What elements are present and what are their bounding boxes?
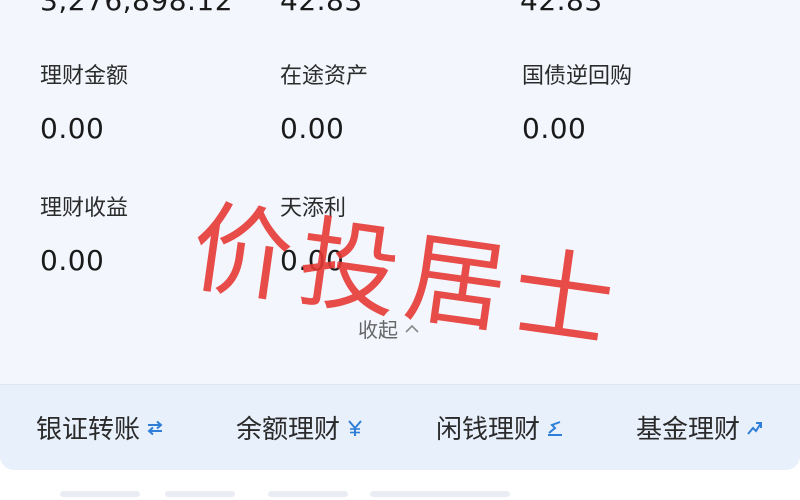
asset-item-value: 0.00 <box>40 112 105 145</box>
cut-off-item <box>268 491 348 497</box>
cut-off-item <box>60 491 140 497</box>
asset-item-label: 理财收益 <box>40 196 129 221</box>
action-label: 余额理财 <box>235 415 340 445</box>
asset-item-tiantianli[interactable]: 天添利 <box>280 190 346 222</box>
collapse-label: 收起 <box>358 318 398 342</box>
asset-item-wealth-income[interactable]: 理财收益 <box>40 190 128 222</box>
bank-securities-transfer-button[interactable]: 银证转账 <box>36 409 164 446</box>
cut-off-item <box>165 491 235 497</box>
asset-item-value: 0.00 <box>280 244 345 277</box>
asset-item-label: 国债逆回购 <box>522 64 633 89</box>
action-label: 银证转账 <box>35 415 140 445</box>
asset-item-value: 0.00 <box>40 244 105 277</box>
balance-wealth-button[interactable]: 余额理财 <box>236 409 364 446</box>
yen-icon <box>348 419 362 436</box>
cut-off-item <box>370 491 510 497</box>
fund-wealth-button[interactable]: 基金理财 <box>636 409 764 446</box>
chevron-up-icon <box>405 324 419 333</box>
asset-item-value: 0.00 <box>280 112 345 145</box>
asset-item-in-transit[interactable]: 在途资产 <box>280 58 368 90</box>
action-label: 闲钱理财 <box>435 415 540 445</box>
action-label: 基金理财 <box>635 415 740 445</box>
asset-item-value: 0.00 <box>522 112 587 145</box>
trend-icon <box>548 420 562 436</box>
asset-card: 3,276,898.12 42.83 42.83 理财金额 0.00 在途资产 … <box>0 0 800 470</box>
available-funds-value: 42.83 <box>280 0 363 17</box>
withdrawable-funds-value: 42.83 <box>520 0 603 17</box>
transfer-arrows-icon <box>147 420 163 435</box>
asset-item-wealth-amount[interactable]: 理财金额 <box>40 58 128 90</box>
asset-item-label: 天添利 <box>280 196 347 221</box>
total-assets-value: 3,276,898.12 <box>40 0 234 17</box>
asset-item-label: 理财金额 <box>40 64 129 89</box>
idle-money-wealth-button[interactable]: 闲钱理财 <box>436 409 564 446</box>
asset-item-reverse-repo[interactable]: 国债逆回购 <box>522 58 632 90</box>
asset-item-label: 在途资产 <box>280 64 369 89</box>
quick-actions-bar: 银证转账 余额理财 闲钱理财 基金理财 <box>0 385 800 470</box>
growth-arrow-icon <box>747 421 762 435</box>
collapse-button[interactable]: 收起 <box>358 314 420 343</box>
